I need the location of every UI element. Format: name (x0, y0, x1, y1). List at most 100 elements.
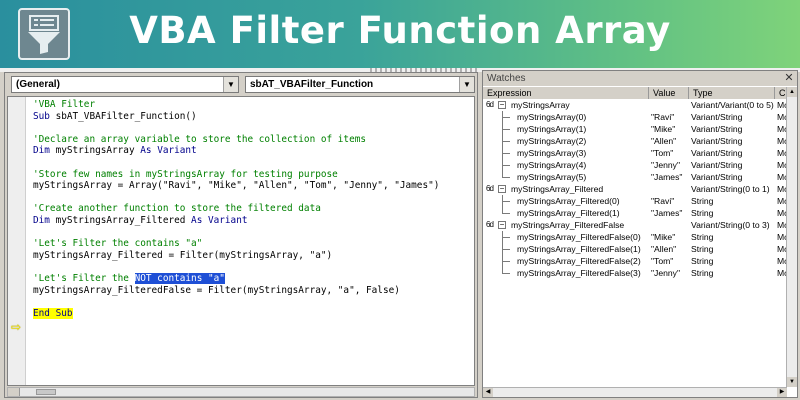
code-line[interactable] (33, 192, 473, 204)
watch-type: Variant/String (691, 160, 743, 170)
code-line[interactable]: 'Create another function to store the fi… (33, 203, 473, 215)
scroll-right-button[interactable]: ▶ (777, 388, 787, 397)
watch-value: "Jenny" (651, 268, 681, 278)
watch-expression: myStringsArray_FilteredFalse (511, 220, 625, 230)
watch-row-child[interactable]: myStringsArray_Filtered(0)"Ravi"StringMo (483, 195, 787, 207)
collapse-toggle-icon[interactable]: − (498, 185, 506, 193)
chevron-down-icon[interactable]: ▼ (223, 77, 238, 92)
watch-type: Variant/Variant(0 to 5) (691, 100, 774, 110)
watch-expression: myStringsArray_Filtered(0) (517, 196, 620, 206)
watch-glasses-icon: 6d (486, 220, 494, 229)
code-editor[interactable]: ⇨ 'VBA Filter Sub sbAT_VBAFilter_Function… (7, 96, 475, 386)
tree-connector (502, 237, 510, 238)
scroll-left-button[interactable] (8, 388, 20, 396)
watch-expression: myStringsArray_FilteredFalse(2) (517, 256, 641, 266)
watch-type: Variant/String (691, 124, 743, 134)
watches-horizontal-scrollbar[interactable]: ◀ ▶ (483, 387, 787, 397)
watch-type: Variant/String (691, 172, 743, 182)
code-line[interactable]: End Sub (33, 307, 473, 320)
selected-text: NOT contains "a" (134, 272, 225, 284)
watch-glasses-icon: 6d (486, 184, 494, 193)
code-token: myStringsArray = Array("Ravi", "Mike", "… (33, 180, 440, 192)
watch-expression: myStringsArray_Filtered(1) (517, 208, 620, 218)
collapse-toggle-icon[interactable]: − (498, 101, 506, 109)
code-token: myStringsArray_Filtered (55, 214, 192, 226)
code-line[interactable]: Dim myStringsArray_Filtered As Variant (33, 215, 473, 227)
collapse-toggle-icon[interactable]: − (498, 221, 506, 229)
watch-row-child[interactable]: myStringsArray_Filtered(1) "James" String M… (483, 207, 787, 219)
watch-expression: myStringsArray_FilteredFalse(3) (517, 268, 641, 278)
watch-type: Variant/String(0 to 3) (691, 220, 770, 230)
scroll-up-button[interactable]: ▲ (787, 87, 797, 97)
watch-row-child[interactable]: myStringsArray(2)"Allen"Variant/StringMo (483, 135, 787, 147)
code-text[interactable]: 'VBA Filter Sub sbAT_VBAFilter_Function()… (33, 99, 473, 385)
watch-type: String (691, 256, 714, 266)
watch-row-child[interactable]: myStringsArray_FilteredFalse(1) "Allen" St… (483, 243, 787, 255)
watch-row-child[interactable]: myStringsArray(0)"Ravi"Variant/StringMo (483, 111, 787, 123)
watch-glasses-icon: 6d (486, 100, 494, 109)
scroll-left-button[interactable]: ◀ (483, 388, 493, 397)
code-token: Variant (157, 145, 197, 157)
watches-titlebar[interactable]: Watches ✕ (483, 71, 797, 86)
watch-row-child[interactable]: myStringsArray_FilteredFalse(0) "Mike" Str… (483, 231, 787, 243)
code-horizontal-scrollbar[interactable] (7, 387, 475, 397)
watch-row-child[interactable]: myStringsArray(4)"Jenny"Variant/StringMo (483, 159, 787, 171)
watch-row-child[interactable]: myStringsArray(1)"Mike"Variant/StringMo (483, 123, 787, 135)
code-token: 'Create another function to store the fi… (33, 203, 321, 215)
watch-expression: myStringsArray(0) (517, 112, 587, 122)
code-line[interactable]: Dim myStringsArray As Variant (33, 145, 473, 157)
scroll-thumb[interactable] (36, 389, 56, 395)
watch-row-parent[interactable]: 6d − myStringsArray_FilteredFalse Variant/S… (483, 219, 787, 231)
tree-connector (502, 141, 510, 142)
column-header-expression[interactable]: Expression (483, 87, 649, 99)
watch-expression: myStringsArray(4) (517, 160, 587, 170)
code-line[interactable] (33, 122, 473, 134)
column-header-type[interactable]: Type (689, 87, 775, 99)
code-token: myStringsArray_Filtered = Filter(myStrin… (33, 249, 333, 261)
column-header-value[interactable]: Value (649, 87, 689, 99)
code-line[interactable]: myStringsArray = Array("Ravi", "Mike", "… (33, 180, 473, 192)
vba-editor-frame: (General) ▼ sbAT_VBAFilter_Function ▼ ⇨ … (0, 68, 800, 400)
code-token: 'Declare an array variable to store the … (33, 133, 367, 145)
watch-row-child[interactable]: myStringsArray_FilteredFalse(3) "Jenny" St… (483, 267, 787, 279)
scroll-down-button[interactable]: ▼ (787, 377, 797, 387)
code-line[interactable]: Sub sbAT_VBAFilter_Function() (33, 111, 473, 123)
watch-expression: myStringsArray_FilteredFalse(1) (517, 244, 641, 254)
chevron-down-icon[interactable]: ▼ (459, 77, 474, 92)
code-line[interactable]: 'Let's Filter the NOT contains "a" (33, 272, 473, 285)
code-line[interactable]: myStringsArray_FilteredFalse = Filter(my… (33, 285, 473, 297)
watch-expression: myStringsArray_Filtered (511, 184, 604, 194)
watch-row-child[interactable]: myStringsArray(3)"Tom"Variant/StringMo (483, 147, 787, 159)
watch-row-parent[interactable]: 6d − myStringsArray Variant/Variant(0 to 5)… (483, 99, 787, 111)
close-icon[interactable]: ✕ (783, 72, 795, 84)
procedure-dropdown[interactable]: sbAT_VBAFilter_Function ▼ (245, 76, 475, 93)
object-dropdown[interactable]: (General) ▼ (11, 76, 239, 93)
code-line[interactable] (33, 157, 473, 169)
margin-indicator-bar[interactable]: ⇨ (8, 97, 26, 385)
watch-type: String (691, 232, 714, 242)
code-line[interactable]: 'Declare an array variable to store the … (33, 134, 473, 146)
code-token: Variant (207, 214, 248, 226)
code-line[interactable]: myStringsArray_Filtered = Filter(myStrin… (33, 250, 473, 262)
watch-expression: myStringsArray(5) (517, 172, 587, 182)
code-token: 'VBA Filter (33, 99, 96, 110)
watch-value: "Ravi" (651, 112, 675, 122)
code-line[interactable]: 'Let's Filter the contains "a" (33, 238, 473, 250)
watches-vertical-scrollbar[interactable]: ▲ ▼ (786, 87, 797, 387)
object-dropdown-value: (General) (16, 79, 60, 90)
code-line[interactable]: 'VBA Filter (33, 99, 473, 111)
watch-row-parent[interactable]: 6d − myStringsArray_Filtered Variant/String… (483, 183, 787, 195)
code-line[interactable] (33, 261, 473, 273)
code-token: 'Let's Filter the contains "a" (33, 238, 203, 250)
code-line[interactable] (33, 227, 473, 239)
watch-row-child[interactable]: myStringsArray_FilteredFalse(2) "Tom" Stri… (483, 255, 787, 267)
code-token: myStringsArray (55, 145, 141, 157)
code-line[interactable]: 'Store few names in myStringsArray for t… (33, 169, 473, 181)
watch-row-child[interactable]: myStringsArray(5)"James"Variant/StringMo (483, 171, 787, 183)
watch-type: Variant/String (691, 112, 743, 122)
code-line[interactable] (33, 296, 473, 308)
watch-value: "Tom" (651, 256, 674, 266)
watch-expression: myStringsArray(2) (517, 136, 587, 146)
code-token: myStringsArray_FilteredFalse = Filter(my… (33, 284, 400, 296)
watch-value: "Ravi" (651, 196, 675, 206)
